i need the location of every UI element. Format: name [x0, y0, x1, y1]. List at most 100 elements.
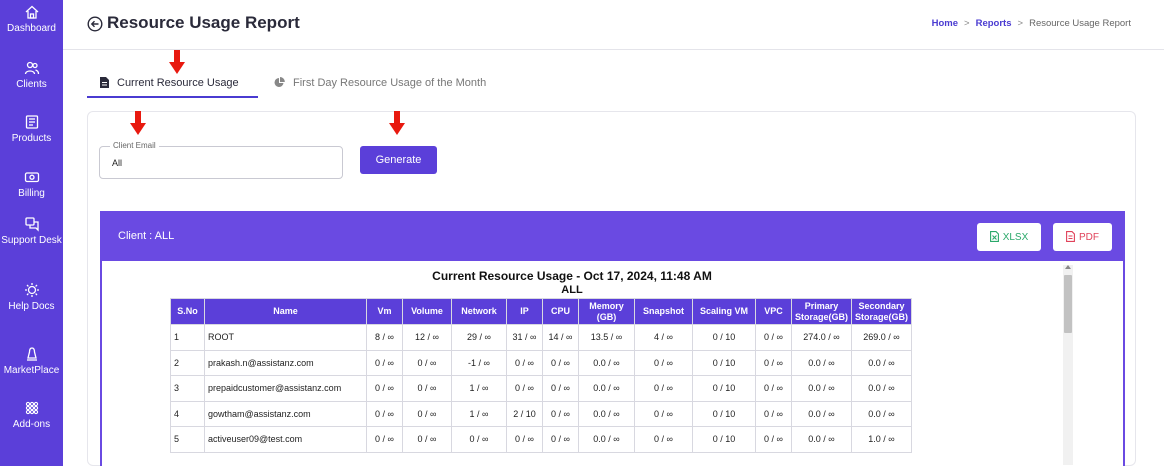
back-arrow-icon[interactable] — [87, 16, 103, 32]
pdf-export-button[interactable]: PDF — [1053, 223, 1112, 251]
column-header: Vm — [366, 298, 403, 325]
client-label: Client : ALL — [118, 230, 175, 242]
sidebar-item-label: Billing — [18, 188, 45, 199]
addons-icon — [25, 401, 38, 415]
client-email-label: Client Email — [110, 141, 159, 150]
usage-cell: 269.0 / ∞ — [851, 324, 912, 351]
sidebar-item-billing[interactable]: Billing — [0, 169, 63, 200]
row-number-cell: 3 — [170, 375, 205, 402]
xlsx-export-button[interactable]: XLSX — [977, 223, 1041, 251]
support-icon — [24, 217, 39, 232]
usage-cell: 0.0 / ∞ — [791, 426, 852, 453]
table-row: 1 ROOT 8 / ∞ 12 / ∞ 29 / ∞ 31 / ∞ 14 / ∞ 13.5 /… — [170, 324, 912, 351]
active-tab-indicator — [87, 96, 258, 98]
column-header: CPU — [542, 298, 579, 325]
client-bar: Client : ALL XLSX PDF — [100, 211, 1125, 261]
sidebar-item-clients[interactable]: Clients — [0, 60, 63, 91]
usage-cell: 0 / ∞ — [506, 349, 543, 376]
column-header: IP — [506, 298, 543, 325]
sidebar-item-dashboard[interactable]: Dashboard — [0, 4, 63, 35]
usage-cell: 0 / 10 — [692, 400, 756, 427]
page-header: Resource Usage Report Home > Reports > Resou… — [63, 0, 1164, 50]
row-number-cell: 4 — [170, 400, 205, 427]
usage-cell: 0.0 / ∞ — [851, 375, 912, 402]
usage-cell: 31 / ∞ — [506, 324, 543, 351]
breadcrumb: Home > Reports > Resource Usage Report — [932, 18, 1131, 29]
pdf-label: PDF — [1079, 232, 1099, 243]
usage-cell: 0 / ∞ — [634, 375, 693, 402]
column-header: Name — [204, 298, 367, 325]
usage-cell: 0 / ∞ — [755, 375, 792, 402]
breadcrumb-separator: > — [964, 18, 970, 29]
sidebar-item-help-docs[interactable]: Help Docs — [0, 282, 63, 313]
usage-cell: 8 / ∞ — [366, 324, 403, 351]
table-row: 3 prepaidcustomer@assistanz.com 0 / ∞ 0 / ∞… — [170, 375, 912, 402]
usage-cell: 0.0 / ∞ — [578, 426, 635, 453]
usage-table-body: 1 ROOT 8 / ∞ 12 / ∞ 29 / ∞ 31 / ∞ 14 / ∞ 13.5 /… — [170, 324, 912, 453]
usage-cell: 14 / ∞ — [542, 324, 579, 351]
sidebar-item-products[interactable]: Products — [0, 114, 63, 145]
usage-cell: 0 / ∞ — [506, 375, 543, 402]
usage-cell: 13.5 / ∞ — [578, 324, 635, 351]
usage-cell: 0 / ∞ — [542, 426, 579, 453]
breadcrumb-home[interactable]: Home — [932, 18, 958, 29]
column-header: VPC — [755, 298, 792, 325]
column-header: Volume — [402, 298, 452, 325]
breadcrumb-reports[interactable]: Reports — [976, 18, 1012, 29]
report-subtitle: ALL — [561, 284, 583, 296]
usage-cell: 12 / ∞ — [402, 324, 452, 351]
report-card: Client Email All Generate Client : ALL X… — [87, 111, 1136, 466]
sidebar-item-label: Dashboard — [7, 23, 56, 34]
tab-current-resource-usage[interactable]: Current Resource Usage — [100, 77, 239, 105]
row-number-cell: 2 — [170, 349, 205, 376]
generate-button[interactable]: Generate — [360, 146, 437, 174]
client-name-cell: ROOT — [204, 324, 367, 351]
client-email-field[interactable]: Client Email All — [99, 141, 343, 179]
column-header: Memory (GB) — [578, 298, 635, 325]
usage-cell: 1.0 / ∞ — [851, 426, 912, 453]
usage-cell: 0 / 10 — [692, 375, 756, 402]
help-icon — [24, 283, 39, 297]
sidebar-item-marketplace[interactable]: MarketPlace — [0, 346, 63, 377]
usage-cell: 0 / ∞ — [451, 426, 507, 453]
usage-cell: 0 / ∞ — [634, 426, 693, 453]
usage-cell: 0.0 / ∞ — [578, 400, 635, 427]
vertical-scrollbar[interactable] — [1063, 265, 1073, 465]
row-number-cell: 5 — [170, 426, 205, 453]
sidebar-item-label: Support Desk — [1, 235, 62, 246]
usage-cell: 2 / 10 — [506, 400, 543, 427]
tab-first-day-resource-usage[interactable]: First Day Resource Usage of the Month — [274, 77, 486, 105]
usage-cell: 0 / 10 — [692, 426, 756, 453]
column-header: Snapshot — [634, 298, 693, 325]
home-icon — [25, 5, 38, 19]
app-root: Dashboard Clients Products Billing Suppo… — [0, 0, 1164, 466]
usage-cell: 0 / ∞ — [634, 400, 693, 427]
document-icon — [100, 77, 109, 88]
annotation-arrow-icon — [169, 50, 185, 74]
usage-cell: 0.0 / ∞ — [791, 349, 852, 376]
scroll-up-arrow-icon[interactable] — [1065, 265, 1071, 269]
usage-cell: 0 / 10 — [692, 349, 756, 376]
client-email-value: All — [112, 158, 123, 168]
usage-cell: 1 / ∞ — [451, 375, 507, 402]
pie-chart-icon — [274, 77, 285, 87]
usage-cell: 0 / ∞ — [542, 400, 579, 427]
scrollbar-thumb[interactable] — [1064, 275, 1072, 333]
table-header-row: S.No Name Vm Volume Network IP CPU Memor… — [170, 298, 912, 325]
client-name-cell: prepaidcustomer@assistanz.com — [204, 375, 367, 402]
breadcrumb-current: Resource Usage Report — [1029, 18, 1131, 29]
column-header: Secondary Storage(GB) — [851, 298, 912, 325]
usage-cell: 29 / ∞ — [451, 324, 507, 351]
sidebar-item-label: Products — [11, 133, 52, 144]
usage-cell: 0 / ∞ — [366, 375, 403, 402]
sidebar-item-add-ons[interactable]: Add-ons — [0, 400, 63, 431]
sidebar-item-support-desk[interactable]: Support Desk — [0, 216, 63, 247]
sidebar-item-label: Add-ons — [12, 419, 51, 430]
xlsx-label: XLSX — [1002, 232, 1029, 243]
usage-cell: 0.0 / ∞ — [791, 400, 852, 427]
sidebar-item-label: MarketPlace — [3, 365, 60, 376]
usage-cell: 0 / ∞ — [755, 349, 792, 376]
table-row: 5 activeuser09@test.com 0 / ∞ 0 / ∞ 0 / ∞ 0 /… — [170, 426, 912, 453]
usage-cell: 1 / ∞ — [451, 400, 507, 427]
report-preview[interactable]: Current Resource Usage - Oct 17, 2024, 1… — [100, 261, 1125, 466]
